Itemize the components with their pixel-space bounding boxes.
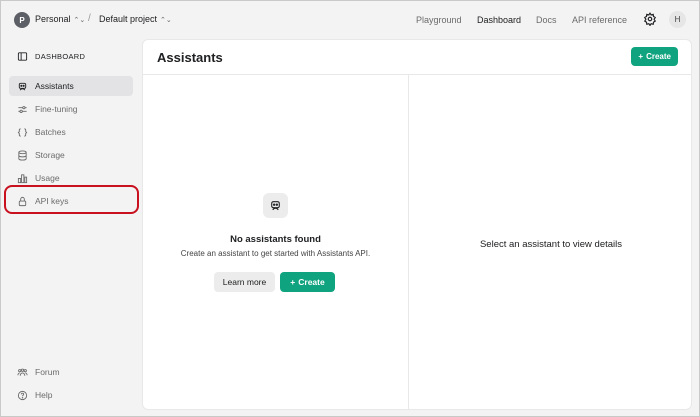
sidebar-item-batches[interactable]: Batches <box>9 122 133 142</box>
people-icon <box>17 368 28 376</box>
org-switcher[interactable]: Personal ⌃⌄ <box>35 14 85 24</box>
project-name: Default project <box>99 14 158 24</box>
bar-chart-icon <box>17 173 28 183</box>
main-panel: Assistants + Create No assistants found … <box>142 39 692 410</box>
sidebar-item-usage[interactable]: Usage <box>9 168 133 188</box>
braces-icon <box>17 127 28 137</box>
breadcrumb-separator: / <box>88 13 91 24</box>
sidebar-item-label: API keys <box>35 196 69 206</box>
nav-docs[interactable]: Docs <box>536 15 557 25</box>
sidebar-item-label: Assistants <box>35 81 74 91</box>
page-title: Assistants <box>157 50 223 65</box>
empty-state-subtitle: Create an assistant to get started with … <box>180 249 371 258</box>
app-window: P Personal ⌃⌄ / Default project ⌃⌄ Playgro… <box>0 0 700 417</box>
database-icon <box>18 149 27 161</box>
create-assistant-button[interactable]: + Create <box>631 47 678 66</box>
sidebar-header-label: DASHBOARD <box>35 52 86 61</box>
plus-icon: + <box>290 277 296 287</box>
robot-icon <box>271 201 280 211</box>
learn-more-button[interactable]: Learn more <box>214 272 275 292</box>
top-bar: P Personal ⌃⌄ / Default project ⌃⌄ Playgro… <box>1 1 699 39</box>
sidebar-item-help[interactable]: Help <box>9 386 133 404</box>
chevron-up-down-icon: ⌃⌄ <box>73 17 86 24</box>
sliders-icon <box>18 105 27 113</box>
create-button-label: Create <box>646 52 671 61</box>
empty-state-title: No assistants found <box>230 234 321 245</box>
create-button-label: Create <box>298 277 325 287</box>
nav-dashboard[interactable]: Dashboard <box>477 15 521 25</box>
user-avatar[interactable]: H <box>669 11 686 28</box>
sidebar-item-storage[interactable]: Storage <box>9 145 133 165</box>
header-divider <box>143 74 691 75</box>
lock-icon <box>18 196 27 206</box>
empty-state-icon-box <box>263 193 288 218</box>
sidebar-item-label: Batches <box>35 127 66 137</box>
plus-icon: + <box>638 52 644 61</box>
help-icon <box>17 390 28 400</box>
robot-icon <box>18 82 27 90</box>
org-name: Personal <box>35 14 71 24</box>
chevron-up-down-icon: ⌃⌄ <box>160 17 172 24</box>
sidebar-toggle-icon[interactable] <box>17 51 28 62</box>
sidebar-item-label: Forum <box>35 367 60 377</box>
org-avatar[interactable]: P <box>14 12 30 28</box>
sidebar-item-label: Fine-tuning <box>35 104 78 114</box>
sidebar-item-forum[interactable]: Forum <box>9 363 133 381</box>
sidebar-item-label: Usage <box>35 173 60 183</box>
project-switcher[interactable]: Default project ⌃⌄ <box>99 14 172 24</box>
detail-placeholder: Select an assistant to view details <box>479 239 623 250</box>
nav-api-reference[interactable]: API reference <box>572 15 627 25</box>
sidebar-header: DASHBOARD <box>17 51 85 62</box>
sidebar-item-label: Storage <box>35 150 65 160</box>
gear-icon[interactable] <box>643 12 657 26</box>
sidebar-item-label: Help <box>35 390 53 400</box>
sidebar: DASHBOARD Assistants Fine-tuning Batches… <box>1 39 141 417</box>
create-assistant-button-secondary[interactable]: + Create <box>280 272 335 292</box>
sidebar-item-fine-tuning[interactable]: Fine-tuning <box>9 99 133 119</box>
sidebar-item-api-keys[interactable]: API keys <box>9 191 133 211</box>
nav-playground[interactable]: Playground <box>416 15 462 25</box>
sidebar-item-assistants[interactable]: Assistants <box>9 76 133 96</box>
